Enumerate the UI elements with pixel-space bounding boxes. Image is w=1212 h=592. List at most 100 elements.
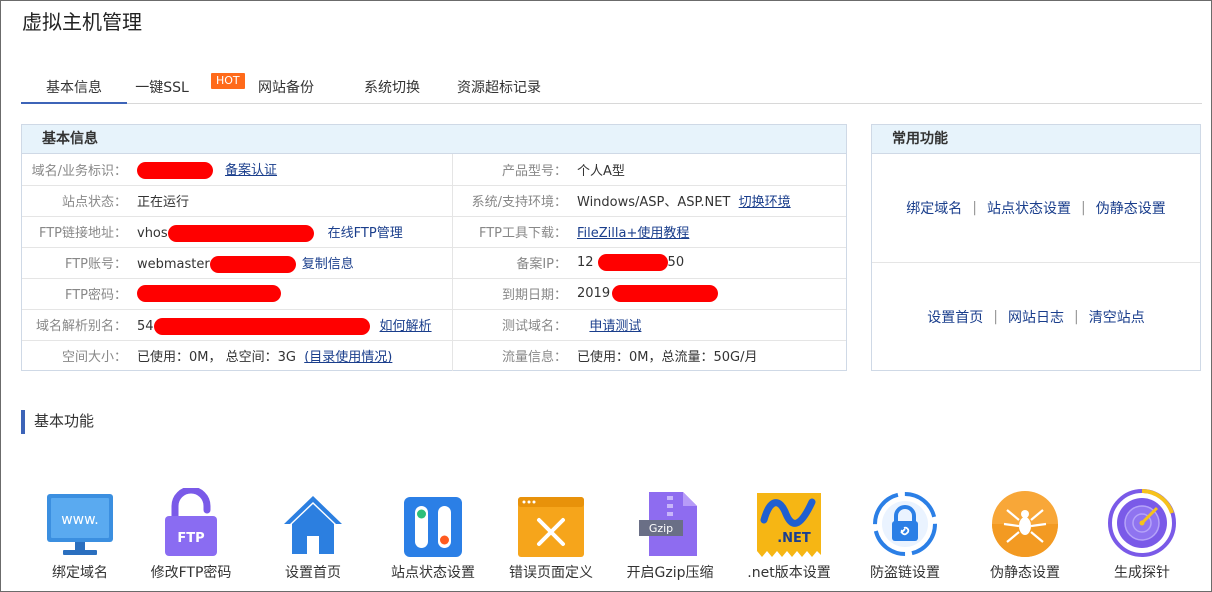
page-title: 虚拟主机管理 — [22, 10, 142, 34]
feature-label: 伪静态设置 — [990, 565, 1060, 581]
feature-set-homepage[interactable]: 设置首页 — [254, 478, 372, 582]
site-log-link[interactable]: 网站日志 — [1008, 307, 1064, 327]
filing-ip-label: 备案IP： — [452, 247, 577, 279]
feature-label: 站点状态设置 — [391, 565, 475, 581]
dns-alias-value: 54 — [137, 318, 154, 334]
expire-date-label: 到期日期： — [452, 278, 577, 310]
ftp-address-label: FTP链接地址： — [22, 216, 137, 248]
dotnet-icon: .NET — [757, 493, 821, 557]
product-model-value: 个人A型 — [577, 154, 846, 186]
online-ftp-link[interactable]: 在线FTP管理 — [328, 226, 403, 241]
ftp-tool-label: FTP工具下载： — [452, 216, 577, 248]
feature-site-status[interactable]: 站点状态设置 — [374, 478, 492, 582]
feature-label: 错误页面定义 — [509, 565, 593, 581]
traffic-label: 流量信息： — [501, 350, 567, 366]
table-row: 域名/业务标识： 备案认证 产品型号： 个人A型 — [22, 154, 846, 186]
error-page-icon — [518, 497, 584, 557]
redacted-expire-date — [612, 285, 719, 302]
how-to-resolve-link[interactable]: 如何解析 — [380, 319, 432, 334]
spider-icon — [992, 491, 1058, 557]
set-homepage-link[interactable]: 设置首页 — [927, 307, 983, 327]
filing-ip-value: 12 — [577, 255, 594, 270]
tab-basic-info[interactable]: 基本信息 — [21, 70, 127, 104]
feature-error-page[interactable]: 错误页面定义 — [492, 478, 610, 582]
filezilla-link[interactable]: FileZilla+使用教程 — [577, 226, 689, 241]
feature-dotnet-version[interactable]: .NET .net版本设置 — [730, 478, 848, 582]
filing-ip-suffix: 50 — [667, 255, 685, 270]
feature-anti-leech[interactable]: 防盗链设置 — [846, 478, 964, 582]
svg-text:FTP: FTP — [177, 531, 204, 546]
test-domain-label: 测试域名： — [452, 309, 577, 341]
common-functions-header: 常用功能 — [872, 125, 1200, 154]
feature-label: 生成探针 — [1114, 565, 1170, 581]
redacted-ftp-account — [209, 255, 296, 273]
anti-leech-lock-icon — [873, 492, 937, 556]
feature-gzip[interactable]: Gzip 开启Gzip压缩 — [611, 478, 729, 582]
tab-site-backup[interactable]: 网站备份 — [255, 70, 317, 104]
feature-label: 设置首页 — [285, 565, 341, 581]
basic-info-header: 基本信息 — [22, 125, 846, 154]
site-status-setting-link[interactable]: 站点状态设置 — [987, 198, 1071, 218]
feature-rewrite[interactable]: 伪静态设置 — [966, 478, 1084, 582]
filing-auth-link[interactable]: 备案认证 — [225, 163, 277, 178]
redacted-dns-alias — [153, 317, 370, 335]
dir-usage-link[interactable]: (目录使用情况) — [304, 350, 392, 365]
apply-test-link[interactable]: 申请测试 — [589, 319, 641, 334]
basic-info-table: 域名/业务标识： 备案认证 产品型号： 个人A型 站点状态： 正在运行 系统/支… — [22, 154, 846, 371]
hot-badge: HOT — [211, 73, 245, 89]
site-status-value: 正在运行 — [137, 185, 453, 217]
feature-label: 防盗链设置 — [870, 565, 940, 581]
tab-one-click-ssl[interactable]: 一键SSL — [129, 70, 195, 104]
redacted-domain — [137, 162, 213, 180]
clear-site-link[interactable]: 清空站点 — [1089, 307, 1145, 327]
ftp-account-label: FTP账号： — [22, 247, 137, 279]
table-row: FTP链接地址： vhos 在线FTP管理 FTP工具下载： FileZilla+… — [22, 216, 846, 248]
basic-functions-title: 基本功能 — [21, 410, 94, 434]
domain-label: 域名/业务标识： — [22, 154, 137, 186]
bind-domain-link[interactable]: 绑定域名 — [906, 198, 962, 218]
dns-alias-label: 域名解析别名： — [22, 309, 137, 341]
expire-date-value: 2019 — [577, 286, 611, 301]
table-row: 站点状态： 正在运行 系统/支持环境： Windows/ASP、ASP.NET … — [22, 185, 846, 217]
common-functions-row-2: 设置首页 | 网站日志 | 清空站点 — [872, 262, 1200, 370]
home-icon — [284, 496, 342, 554]
feature-label: 开启Gzip压缩 — [626, 565, 714, 581]
product-model-label: 产品型号： — [452, 154, 577, 186]
tab-bar: 基本信息 一键SSL HOT 网站备份 系统切换 资源超标记录 — [21, 70, 1202, 104]
common-functions-row-1: 绑定域名 | 站点状态设置 | 伪静态设置 — [906, 198, 1166, 218]
ftp-lock-icon: FTP — [165, 488, 217, 556]
feature-change-ftp-password[interactable]: FTP 修改FTP密码 — [132, 478, 250, 582]
svg-text:.NET: .NET — [777, 531, 811, 546]
feature-bind-domain[interactable]: www. 绑定域名 — [21, 478, 139, 582]
tab-system-switch[interactable]: 系统切换 — [361, 70, 423, 104]
toggle-status-icon — [404, 497, 462, 557]
table-row: FTP密码： 到期日期： 2019 — [22, 278, 846, 310]
redacted-filing-ip — [597, 254, 668, 271]
svg-text:Gzip: Gzip — [649, 522, 673, 535]
probe-radar-icon — [1108, 489, 1176, 557]
table-row: FTP账号： webmaster 复制信息 备案IP： 12 50 — [22, 247, 846, 279]
tab-resource-overuse[interactable]: 资源超标记录 — [453, 70, 545, 104]
table-row: 域名解析别名： 54 如何解析 测试域名： 申请测试 — [22, 309, 846, 341]
table-row: 空间大小： 已使用：0M， 总空间：3G (目录使用情况) 流量信息： 已使用：… — [22, 340, 846, 371]
gzip-file-icon: Gzip — [639, 492, 697, 556]
feature-label: .net版本设置 — [747, 565, 831, 581]
copy-info-link[interactable]: 复制信息 — [302, 257, 354, 272]
traffic-value: 已使用：0M，总流量：50G/月 — [577, 350, 758, 366]
site-status-label: 站点状态： — [22, 185, 137, 217]
svg-text:www.: www. — [61, 512, 99, 528]
common-functions-panel: 常用功能 绑定域名 | 站点状态设置 | 伪静态设置 设置首页 | 网站日志 |… — [871, 124, 1201, 371]
feature-generate-probe[interactable]: 生成探针 — [1083, 478, 1201, 582]
redacted-ftp-address — [167, 224, 314, 242]
ftp-address-value: vhos — [137, 225, 168, 241]
rewrite-setting-link[interactable]: 伪静态设置 — [1096, 198, 1166, 218]
basic-info-panel: 基本信息 域名/业务标识： 备案认证 产品型号： 个人A型 站点状态： 正在运行… — [21, 124, 847, 371]
feature-label: 绑定域名 — [52, 565, 108, 581]
www-monitor-icon: www. — [47, 494, 113, 555]
space-size-label: 空间大小： — [61, 350, 127, 366]
ftp-password-label: FTP密码： — [22, 278, 137, 310]
redacted-ftp-password — [137, 285, 281, 302]
switch-env-link[interactable]: 切换环境 — [739, 195, 791, 210]
system-env-label: 系统/支持环境： — [452, 185, 577, 217]
ftp-account-value: webmaster — [137, 256, 210, 272]
